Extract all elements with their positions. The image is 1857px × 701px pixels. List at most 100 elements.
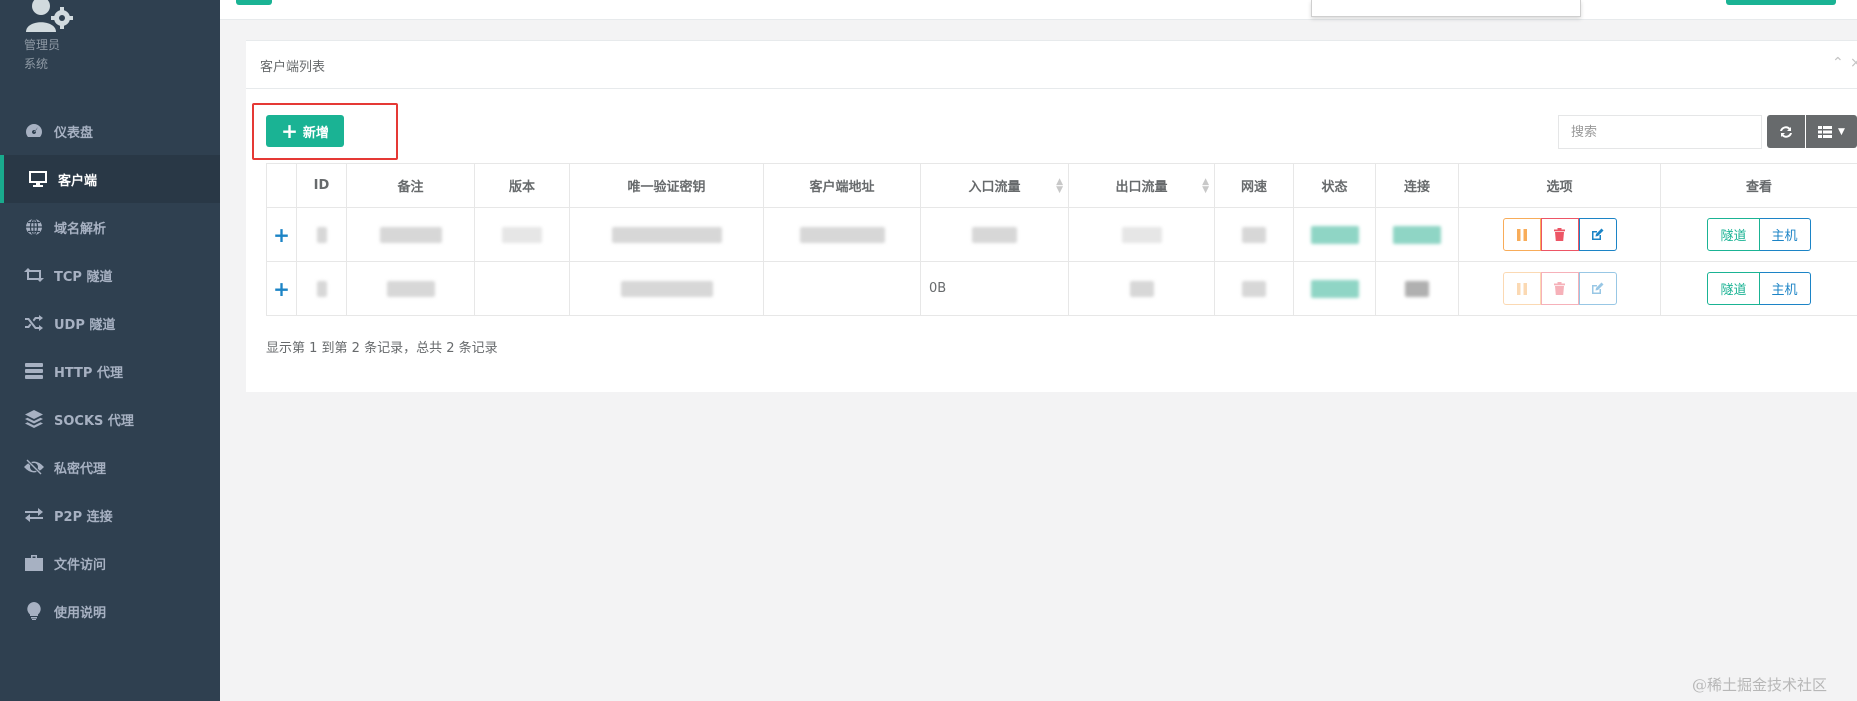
redacted-remark	[379, 226, 442, 243]
view-tunnel-button[interactable]: 隧道	[1707, 218, 1760, 251]
table-row: + 隧道 主机	[266, 207, 1857, 262]
col-header-status[interactable]: 状态	[1293, 163, 1376, 208]
plus-icon: +	[281, 119, 298, 143]
expand-row-icon[interactable]: +	[273, 223, 290, 247]
delete-button[interactable]	[1540, 272, 1579, 305]
sidebar-item-dns[interactable]: 域名解析	[0, 203, 220, 251]
lightbulb-icon	[24, 601, 44, 621]
status-badge	[1310, 225, 1359, 244]
pause-button[interactable]	[1502, 272, 1541, 305]
pagination-info: 显示第 1 到第 2 条记录，总共 2 条记录	[266, 341, 498, 356]
client-list-panel: 客户端列表 ⌃ × + 新增 ▼ ID 备注 版本 唯一验证密钥 客户端地址	[246, 40, 1857, 392]
redacted-rate	[1242, 280, 1266, 297]
view-host-button[interactable]: 主机	[1759, 272, 1811, 305]
redacted-id	[316, 226, 327, 243]
sidebar-item-label: P2P 连接	[54, 509, 113, 525]
trash-icon	[1554, 282, 1565, 295]
dashboard-icon	[24, 121, 44, 141]
redacted-out-flow	[1121, 226, 1162, 243]
redacted-remark	[386, 280, 435, 297]
edit-icon	[1592, 228, 1604, 240]
edit-icon	[1592, 282, 1604, 294]
pause-button[interactable]	[1502, 218, 1541, 251]
col-header-in-flow[interactable]: 入口流量 ▲ ▼	[920, 163, 1069, 208]
sidebar-item-label: HTTP 代理	[54, 365, 123, 381]
sidebar-item-label: 仪表盘	[54, 125, 94, 141]
caret-down-icon: ▼	[1838, 126, 1845, 137]
col-header-connect[interactable]: 连接	[1375, 163, 1459, 208]
col-header-version[interactable]: 版本	[474, 163, 570, 208]
col-header-view: 查看	[1660, 163, 1857, 208]
globe-icon	[24, 217, 44, 237]
retweet-icon	[24, 265, 44, 285]
random-icon	[24, 313, 44, 333]
sidebar-item-label: TCP 隧道	[54, 269, 113, 285]
top-right-button[interactable]	[1726, 0, 1836, 5]
sidebar-item-file-access[interactable]: 文件访问	[0, 539, 220, 587]
sort-icon: ▲ ▼	[1202, 177, 1209, 195]
sort-icon: ▲ ▼	[1056, 177, 1063, 195]
view-host-button[interactable]: 主机	[1759, 218, 1811, 251]
chevron-up-icon[interactable]: ⌃	[1832, 55, 1844, 71]
pause-icon	[1516, 282, 1527, 295]
table-row: + 0B 隧道 主机	[266, 261, 1857, 316]
sidebar-item-secret-proxy[interactable]: 私密代理	[0, 443, 220, 491]
col-header-expand	[266, 163, 297, 208]
panel-title: 客户端列表	[260, 60, 326, 75]
sidebar-item-clients[interactable]: 客户端	[0, 155, 220, 203]
sidebar-item-label: 客户端	[58, 173, 98, 189]
expand-row-icon[interactable]: +	[273, 277, 290, 301]
client-table: ID 备注 版本 唯一验证密钥 客户端地址 入口流量 ▲ ▼ 出口流量 ▲ ▼ 网速 状…	[266, 163, 1857, 316]
redacted-in-flow	[972, 226, 1017, 243]
redacted-version	[502, 226, 542, 243]
exchange-icon	[24, 505, 44, 525]
pause-icon	[1516, 228, 1527, 241]
top-left-button[interactable]	[236, 0, 272, 5]
sidebar-item-http-proxy[interactable]: HTTP 代理	[0, 347, 220, 395]
system-label: 系统	[24, 57, 49, 71]
th-list-icon	[1818, 125, 1833, 138]
watermark: @稀土掘金技术社区	[1692, 676, 1828, 694]
table-header-row: ID 备注 版本 唯一验证密钥 客户端地址 入口流量 ▲ ▼ 出口流量 ▲ ▼ 网速 状…	[266, 163, 1857, 208]
sidebar-item-label: UDP 隧道	[54, 317, 116, 333]
delete-button[interactable]	[1540, 218, 1579, 251]
server-icon	[24, 361, 44, 381]
sidebar: 管理员 系统 仪表盘 客户端 域名解析 TCP 隧道 UDP 隧道 HTTP 代…	[0, 0, 220, 701]
add-client-button[interactable]: + 新增	[266, 115, 344, 147]
col-header-address[interactable]: 客户端地址	[763, 163, 921, 208]
sidebar-item-label: 私密代理	[54, 461, 107, 477]
sidebar-item-udp-tunnel[interactable]: UDP 隧道	[0, 299, 220, 347]
redacted-address	[799, 226, 885, 243]
refresh-button[interactable]	[1767, 115, 1805, 148]
add-button-label: 新增	[302, 125, 329, 141]
sidebar-item-tcp-tunnel[interactable]: TCP 隧道	[0, 251, 220, 299]
sidebar-nav: 仪表盘 客户端 域名解析 TCP 隧道 UDP 隧道 HTTP 代理 SOCKS…	[0, 107, 220, 635]
sidebar-item-help[interactable]: 使用说明	[0, 587, 220, 635]
edit-button[interactable]	[1578, 272, 1617, 305]
columns-toggle-button[interactable]: ▼	[1806, 115, 1857, 148]
search-input[interactable]	[1558, 115, 1762, 149]
sidebar-item-dashboard[interactable]: 仪表盘	[0, 107, 220, 155]
col-header-remark[interactable]: 备注	[346, 163, 475, 208]
top-bar	[220, 0, 1857, 20]
col-header-id[interactable]: ID	[296, 163, 347, 208]
col-header-out-flow[interactable]: 出口流量 ▲ ▼	[1068, 163, 1215, 208]
redacted-id	[316, 280, 327, 297]
trash-icon	[1554, 228, 1565, 241]
desktop-icon	[28, 169, 48, 189]
view-tunnel-button[interactable]: 隧道	[1707, 272, 1760, 305]
sidebar-item-socks-proxy[interactable]: SOCKS 代理	[0, 395, 220, 443]
col-header-options: 选项	[1458, 163, 1661, 208]
col-header-rate[interactable]: 网速	[1214, 163, 1294, 208]
status-badge	[1310, 279, 1359, 298]
user-gear-icon[interactable]	[24, 0, 76, 32]
edit-button[interactable]	[1578, 218, 1617, 251]
row-options	[1502, 272, 1617, 305]
sidebar-item-label: 域名解析	[54, 221, 107, 237]
dropdown-menu[interactable]	[1311, 0, 1581, 17]
sidebar-item-p2p[interactable]: P2P 连接	[0, 491, 220, 539]
close-icon[interactable]: ×	[1850, 55, 1857, 71]
header-label: 出口流量	[1115, 180, 1168, 195]
user-role: 管理员	[24, 38, 61, 52]
col-header-vkey[interactable]: 唯一验证密钥	[569, 163, 764, 208]
